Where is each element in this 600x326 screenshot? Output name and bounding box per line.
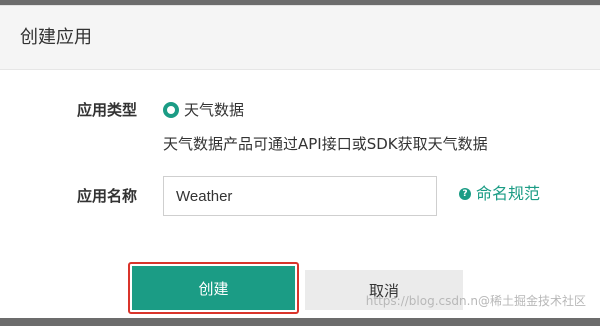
app-type-description: 天气数据产品可通过API接口或SDK获取天气数据: [163, 135, 488, 153]
weather-data-radio-label[interactable]: 天气数据: [184, 100, 244, 120]
app-name-label: 应用名称: [77, 187, 138, 205]
create-button[interactable]: 创建: [132, 266, 295, 310]
background-page-bottom: [0, 318, 600, 326]
naming-rules-link[interactable]: 命名规范: [476, 184, 540, 204]
watermark: https://blog.csdn.n@稀土掘金技术社区: [365, 294, 586, 308]
dialog-title: 创建应用: [20, 27, 92, 48]
app-name-input[interactable]: [163, 176, 437, 216]
dialog-header: 创建应用: [0, 6, 600, 70]
help-icon[interactable]: ?: [459, 188, 471, 200]
weather-data-radio[interactable]: [163, 102, 179, 118]
app-type-label: 应用类型: [77, 101, 138, 119]
create-app-dialog: 创建应用 应用类型 天气数据 天气数据产品可通过API接口或SDK获取天气数据 …: [0, 5, 600, 321]
